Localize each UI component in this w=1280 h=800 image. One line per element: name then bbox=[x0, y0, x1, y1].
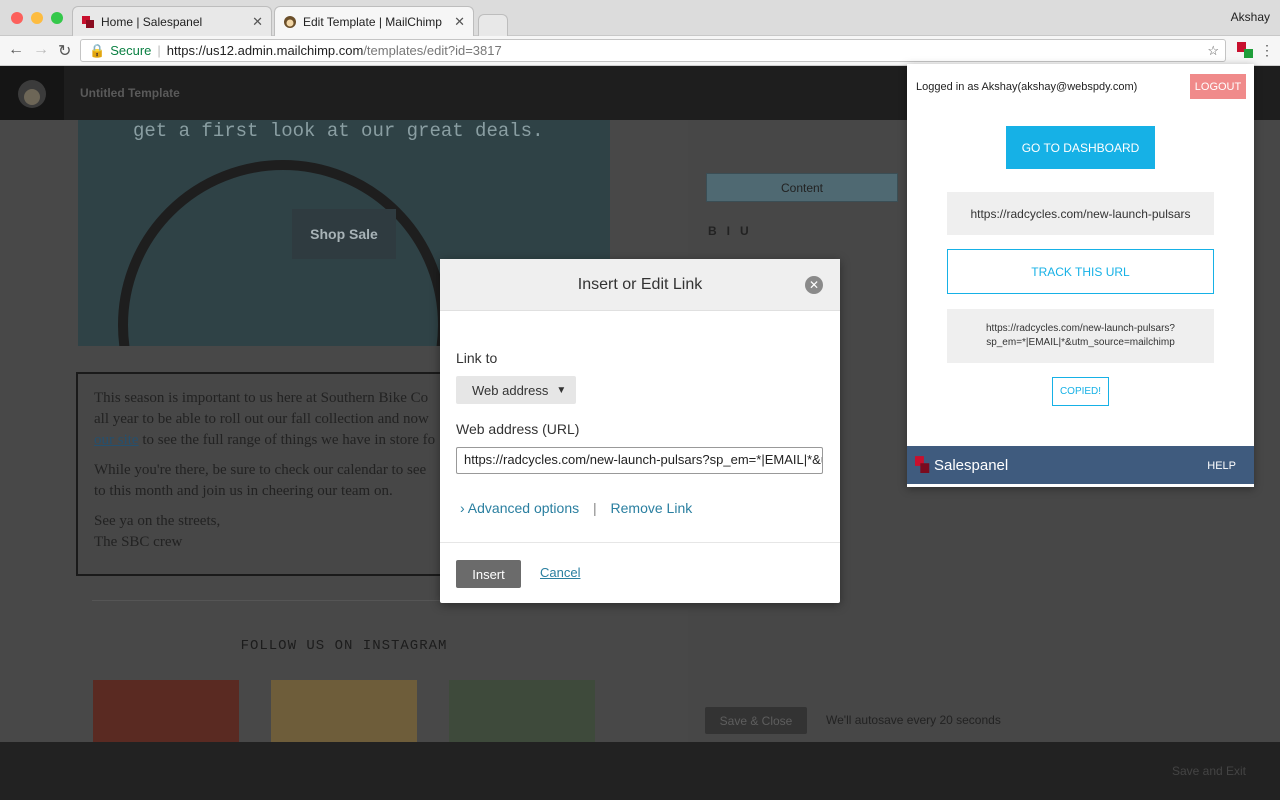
link-to-label: Link to bbox=[456, 350, 498, 366]
copied-button[interactable]: COPIED! bbox=[1052, 377, 1109, 406]
save-exit-button[interactable]: Save and Exit bbox=[1172, 764, 1246, 778]
brand-name: Salespanel bbox=[934, 456, 1009, 474]
close-tab-icon[interactable]: ✕ bbox=[252, 14, 263, 30]
go-to-dashboard-button[interactable]: GO TO DASHBOARD bbox=[1006, 126, 1155, 169]
chevron-down-icon: ▼ bbox=[556, 384, 567, 396]
save-close-button[interactable]: Save & Close bbox=[705, 707, 807, 734]
editor-footer: Save and Exit bbox=[0, 742, 1280, 800]
lock-icon: 🔒 bbox=[89, 42, 106, 58]
remove-link-button[interactable]: Remove Link bbox=[611, 500, 693, 516]
tracked-url-line: sp_em=*|EMAIL|*&utm_source=mailchimp bbox=[986, 337, 1175, 348]
chevron-right-icon: › bbox=[460, 500, 465, 516]
tab-title: Edit Template | MailChimp bbox=[303, 14, 442, 29]
url-label: Web address (URL) bbox=[456, 421, 580, 437]
link-type-select[interactable]: Web address ▼ bbox=[456, 376, 576, 404]
popup-footer: Salespanel HELP bbox=[907, 446, 1254, 484]
dialog-header: Insert or Edit Link ✕ bbox=[440, 259, 840, 311]
our-site-link[interactable]: our site bbox=[94, 432, 139, 448]
advanced-options-link[interactable]: Advanced options bbox=[468, 500, 579, 516]
address-bar[interactable]: 🔒 Secure | https://us12.admin.mailchimp.… bbox=[80, 39, 1226, 62]
instagram-heading: FOLLOW US ON INSTAGRAM bbox=[240, 638, 448, 654]
text-line: to see the full range of things we have … bbox=[138, 432, 436, 448]
tab-content[interactable]: Content bbox=[706, 173, 898, 202]
template-title[interactable]: Untitled Template bbox=[80, 86, 180, 100]
minimize-window-button[interactable] bbox=[31, 12, 43, 24]
browser-user-name: Akshay bbox=[1230, 10, 1270, 24]
tab-title: Home | Salespanel bbox=[101, 14, 203, 29]
text-line: to this month and join us in cheering ou… bbox=[94, 483, 393, 499]
salespanel-popup: Logged in as Akshay(akshay@webspdy.com) … bbox=[907, 64, 1254, 487]
tracked-url-line: https://radcycles.com/new-launch-pulsars… bbox=[986, 323, 1175, 334]
url-path: /templates/edit?id=3817 bbox=[363, 43, 502, 58]
new-tab-button[interactable] bbox=[478, 14, 508, 36]
logout-button[interactable]: LOGOUT bbox=[1190, 74, 1246, 99]
text-line: See ya on the streets, bbox=[94, 513, 221, 529]
back-icon[interactable]: ← bbox=[8, 41, 24, 59]
close-icon[interactable]: ✕ bbox=[805, 276, 823, 294]
instagram-photo[interactable] bbox=[93, 680, 239, 742]
insert-link-dialog: Insert or Edit Link ✕ Link to Web addres… bbox=[440, 259, 840, 603]
salespanel-extension-icon[interactable] bbox=[1236, 41, 1254, 59]
tab-salespanel[interactable]: Home | Salespanel ✕ bbox=[72, 6, 272, 36]
current-url-field[interactable]: https://radcycles.com/new-launch-pulsars bbox=[947, 192, 1214, 235]
zoom-window-button[interactable] bbox=[51, 12, 63, 24]
dialog-links: › Advanced options | Remove Link bbox=[460, 500, 692, 516]
logged-in-status: Logged in as Akshay(akshay@webspdy.com) bbox=[916, 81, 1138, 93]
help-link[interactable]: HELP bbox=[1207, 460, 1236, 472]
bike-wheel-image bbox=[118, 160, 448, 346]
close-tab-icon[interactable]: ✕ bbox=[454, 14, 465, 30]
link-type-value: Web address bbox=[472, 382, 549, 398]
tab-mailchimp[interactable]: Edit Template | MailChimp ✕ bbox=[274, 6, 474, 36]
salespanel-logo-icon bbox=[915, 456, 930, 473]
dialog-footer: Insert Cancel bbox=[440, 542, 840, 603]
text-line: While you're there, be sure to check our… bbox=[94, 462, 427, 478]
autosave-note: We'll autosave every 20 seconds bbox=[826, 713, 1001, 727]
divider: | bbox=[157, 43, 161, 58]
url-input[interactable]: https://radcycles.com/new-launch-pulsars… bbox=[456, 447, 823, 474]
salespanel-brand: Salespanel bbox=[915, 455, 1008, 475]
tracked-url-output[interactable]: https://radcycles.com/new-launch-pulsars… bbox=[947, 309, 1214, 363]
text-line: This season is important to us here at S… bbox=[94, 390, 429, 406]
text-line: The SBC crew bbox=[94, 534, 183, 550]
text-line: all year to be able to roll out our fall… bbox=[94, 411, 429, 427]
browser-toolbar: ← → ↻ 🔒 Secure | https://us12.admin.mail… bbox=[0, 36, 1280, 66]
track-url-button[interactable]: TRACK THIS URL bbox=[947, 249, 1214, 294]
forward-icon[interactable]: → bbox=[33, 41, 49, 59]
formatting-toolbar[interactable]: BIU bbox=[708, 224, 759, 238]
insert-button[interactable]: Insert bbox=[456, 560, 521, 588]
instagram-photo[interactable] bbox=[449, 680, 595, 742]
browser-tab-bar: Home | Salespanel ✕ Edit Template | Mail… bbox=[0, 0, 1280, 36]
shop-sale-button[interactable]: Shop Sale bbox=[292, 209, 396, 259]
divider: | bbox=[593, 500, 597, 516]
browser-menu-icon[interactable]: ⋮ bbox=[1260, 42, 1274, 59]
instagram-photo[interactable] bbox=[271, 680, 417, 742]
reload-icon[interactable]: ↻ bbox=[58, 41, 71, 61]
close-window-button[interactable] bbox=[11, 12, 23, 24]
cancel-button[interactable]: Cancel bbox=[540, 565, 580, 580]
star-icon[interactable]: ☆ bbox=[1207, 43, 1219, 59]
mailchimp-favicon-icon bbox=[284, 15, 296, 28]
hero-tagline: get a first look at our great deals. bbox=[133, 120, 544, 142]
url-host: https://us12.admin.mailchimp.com bbox=[166, 43, 364, 58]
salespanel-favicon-icon bbox=[82, 15, 94, 28]
dialog-title: Insert or Edit Link bbox=[577, 276, 703, 293]
mailchimp-logo[interactable] bbox=[0, 66, 64, 120]
secure-label: Secure bbox=[110, 43, 152, 58]
